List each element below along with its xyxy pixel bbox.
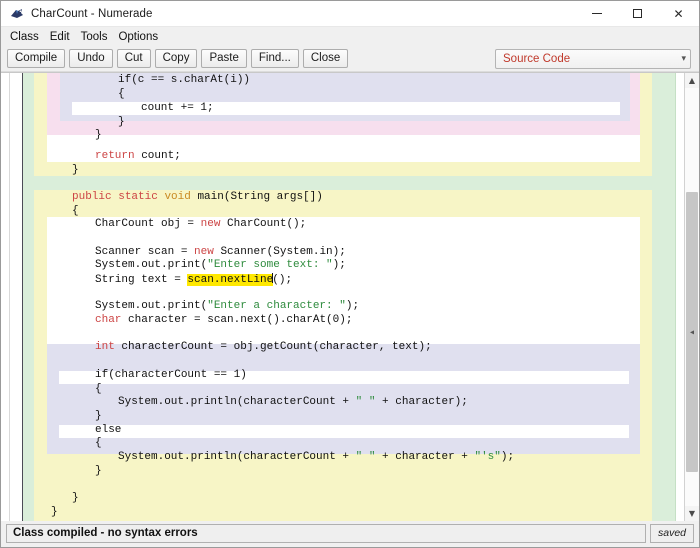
code-line: } [95, 129, 102, 143]
gutter-rail [1, 73, 10, 521]
code-line: } [95, 410, 102, 424]
code-line: } [118, 116, 125, 130]
code-line-with-selection: String text = scan.nextLine(); [95, 273, 292, 288]
code-line: } [51, 506, 58, 520]
menu-bar: Class Edit Tools Options [1, 27, 699, 46]
text-selection-highlight: scan.nextLine [187, 274, 273, 286]
compile-status-message: Class compiled - no syntax errors [6, 524, 646, 543]
bluej-app-icon [9, 7, 25, 21]
code-line: } [72, 164, 79, 178]
undo-button[interactable]: Undo [69, 49, 113, 68]
code-line: char character = scan.next().charAt(0); [95, 314, 352, 328]
code-line: Scanner scan = new Scanner(System.in); [95, 246, 346, 260]
paste-button[interactable]: Paste [201, 49, 246, 68]
view-mode-select[interactable]: Source Code ▾ [495, 49, 691, 69]
code-line: } [95, 465, 102, 479]
minimize-icon [592, 13, 602, 14]
code-line: count += 1; [141, 102, 214, 116]
code-line: { [72, 205, 79, 219]
code-line: { [118, 88, 125, 102]
code-line: { [95, 437, 102, 451]
bluej-editor-window: CharCount - Numerade ✕ Class Edit Tools … [0, 0, 700, 548]
window-controls: ✕ [576, 1, 699, 27]
menu-item-edit[interactable]: Edit [45, 30, 75, 44]
code-line: int characterCount = obj.getCount(charac… [95, 341, 432, 355]
gutter-breakpoint-column[interactable] [10, 73, 22, 521]
editor-gutter[interactable] [1, 73, 23, 521]
code-line: CharCount obj = new CharCount(); [95, 218, 306, 232]
code-line: System.out.println(characterCount + " " … [118, 396, 468, 410]
text-caret [272, 273, 273, 283]
title-bar: CharCount - Numerade ✕ [1, 1, 699, 27]
maximize-icon [633, 9, 642, 18]
menu-item-class[interactable]: Class [5, 30, 44, 44]
find-button[interactable]: Find... [251, 49, 299, 68]
cut-button[interactable]: Cut [117, 49, 151, 68]
view-mode-value: Source Code [503, 53, 681, 65]
scroll-up-button[interactable]: ▲ [685, 73, 699, 88]
vertical-scrollbar[interactable]: ▲ ◂ ▼ [684, 73, 699, 521]
status-bar: Class compiled - no syntax errors saved [1, 521, 699, 547]
code-line: System.out.print("Enter a character: "); [95, 300, 359, 314]
code-text-layer[interactable]: if(c == s.charAt(i)) { count += 1; } } r… [23, 73, 684, 521]
code-line: System.out.println(characterCount + " " … [118, 451, 514, 465]
menu-item-options[interactable]: Options [113, 30, 163, 44]
window-title: CharCount - Numerade [31, 8, 576, 20]
close-icon: ✕ [673, 8, 683, 20]
menu-item-tools[interactable]: Tools [76, 30, 113, 44]
code-canvas[interactable]: if(c == s.charAt(i)) { count += 1; } } r… [23, 73, 684, 521]
compile-button[interactable]: Compile [7, 49, 65, 68]
scroll-track[interactable]: ◂ [685, 88, 699, 506]
scroll-thumb[interactable]: ◂ [686, 192, 698, 472]
close-button[interactable]: ✕ [658, 1, 699, 27]
toolbar: Compile Undo Cut Copy Paste Find... Clos… [1, 46, 699, 72]
maximize-button[interactable] [617, 1, 658, 27]
code-line: if(c == s.charAt(i)) [118, 74, 250, 88]
minimize-button[interactable] [576, 1, 617, 27]
copy-button[interactable]: Copy [155, 49, 198, 68]
code-line: System.out.print("Enter some text: "); [95, 259, 346, 273]
code-line: if(characterCount == 1) [95, 369, 247, 383]
scroll-grip-icon: ◂ [690, 328, 694, 337]
saved-indicator: saved [650, 524, 694, 543]
code-line: { [95, 383, 102, 397]
code-line: else [95, 424, 121, 438]
scroll-down-button[interactable]: ▼ [685, 506, 699, 521]
close-editor-button[interactable]: Close [303, 49, 348, 68]
chevron-down-icon: ▾ [681, 54, 686, 64]
editor-area: if(c == s.charAt(i)) { count += 1; } } r… [1, 72, 699, 521]
code-line: return count; [95, 150, 181, 164]
code-line: } [72, 492, 79, 506]
code-line: public static void main(String args[]) [72, 191, 323, 205]
